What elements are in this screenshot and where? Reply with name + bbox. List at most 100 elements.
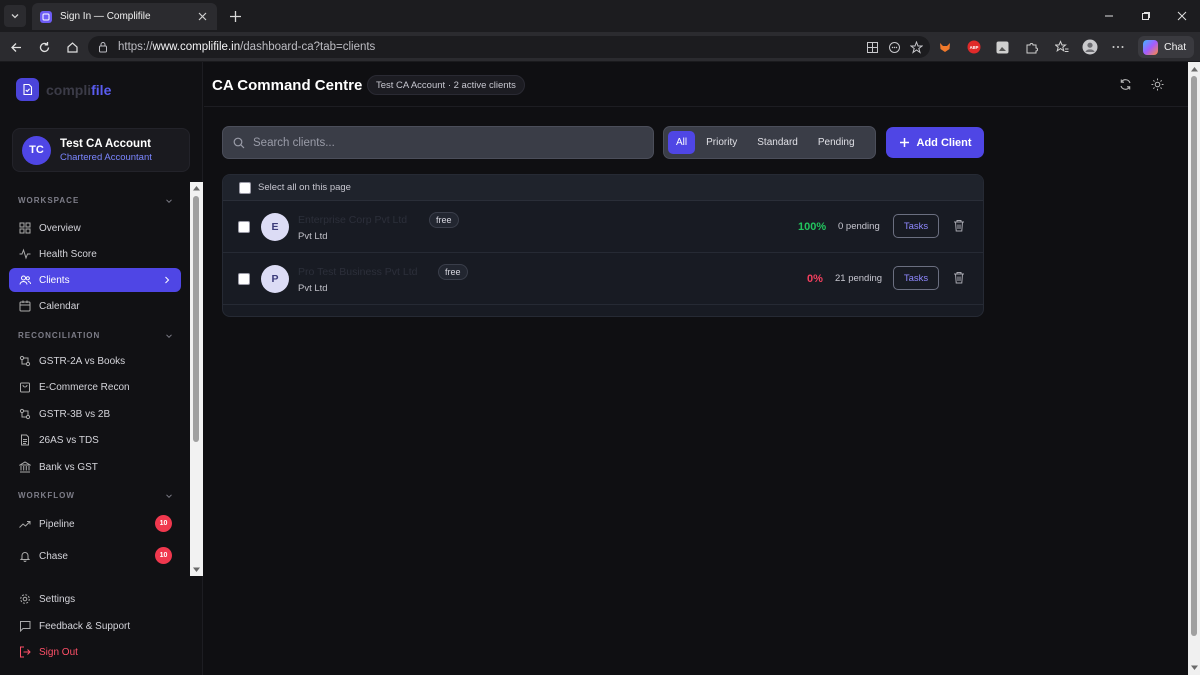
scroll-down-icon[interactable] bbox=[1190, 664, 1199, 672]
search-box[interactable] bbox=[222, 126, 654, 159]
browser-tab[interactable]: Sign In — Complifile bbox=[32, 3, 217, 30]
tab-title: Sign In — Complifile bbox=[60, 11, 151, 22]
fox-extension-icon[interactable] bbox=[937, 39, 953, 55]
sidebar-item-pipeline[interactable]: Pipeline 10 bbox=[9, 512, 181, 536]
emoji-icon[interactable] bbox=[886, 39, 902, 55]
new-tab-button[interactable] bbox=[226, 7, 244, 25]
scroll-down-icon[interactable] bbox=[192, 566, 201, 574]
sidebar-scrollbar[interactable] bbox=[190, 182, 203, 576]
section-workflow[interactable]: WORKFLOW bbox=[18, 491, 173, 500]
app-logo[interactable]: complifile bbox=[16, 78, 111, 101]
chevron-down-icon bbox=[166, 493, 172, 498]
sidebar-item-overview[interactable]: Overview bbox=[9, 216, 181, 240]
filter-priority[interactable]: Priority bbox=[697, 131, 746, 154]
browser-address-bar: https://www.complifile.in/dashboard-ca?t… bbox=[0, 32, 1200, 62]
minimize-window-button[interactable] bbox=[1099, 6, 1119, 26]
filter-all[interactable]: All bbox=[668, 131, 696, 154]
select-all-checkbox[interactable] bbox=[239, 181, 251, 194]
plus-icon bbox=[899, 138, 909, 147]
browser-tabbar: Sign In — Complifile bbox=[0, 0, 1200, 32]
compare-icon bbox=[19, 408, 31, 420]
sidebar-item-26as-vs-tds[interactable]: 26AS vs TDS bbox=[9, 428, 181, 452]
pending-count: 21 pending bbox=[835, 273, 883, 284]
extensions-puzzle-icon[interactable] bbox=[1023, 39, 1039, 55]
client-avatar: P bbox=[261, 265, 289, 293]
page-scroll-thumb[interactable] bbox=[1191, 76, 1197, 636]
bank-icon bbox=[19, 461, 31, 473]
sign-out-button[interactable]: Sign Out bbox=[9, 641, 181, 663]
reload-button[interactable] bbox=[35, 38, 53, 56]
sidebar-item-chase[interactable]: Chase 10 bbox=[9, 544, 181, 568]
section-workspace[interactable]: WORKSPACE bbox=[18, 196, 173, 205]
sidebar-item-gstr2a-vs-books[interactable]: GSTR-2A vs Books bbox=[9, 349, 181, 373]
theme-toggle-button[interactable] bbox=[1149, 76, 1165, 92]
add-client-button[interactable]: Add Client bbox=[886, 127, 984, 158]
favorites-icon[interactable] bbox=[1054, 39, 1070, 55]
scroll-up-icon[interactable] bbox=[192, 184, 201, 192]
copilot-icon bbox=[1143, 39, 1158, 55]
abp-label: ABP bbox=[970, 45, 979, 50]
tasks-button[interactable]: Tasks bbox=[893, 266, 939, 290]
trash-icon[interactable] bbox=[953, 219, 965, 232]
pulse-icon bbox=[19, 248, 31, 260]
scroll-up-icon[interactable] bbox=[1190, 65, 1199, 73]
tab-list-button[interactable] bbox=[4, 5, 26, 27]
close-window-button[interactable] bbox=[1172, 6, 1192, 26]
client-name[interactable]: Pro Test Business Pvt Ltd bbox=[298, 266, 417, 278]
sidebar-item-clients[interactable]: Clients bbox=[9, 268, 181, 292]
bell-icon bbox=[19, 550, 31, 562]
account-card[interactable]: TC Test CA Account Chartered Accountant bbox=[12, 128, 190, 172]
logo-text-part2: file bbox=[91, 81, 112, 98]
copilot-chat-button[interactable]: Chat bbox=[1138, 36, 1194, 58]
row-checkbox[interactable] bbox=[238, 273, 250, 285]
back-button[interactable] bbox=[7, 38, 25, 56]
url-text: https://www.complifile.in/dashboard-ca?t… bbox=[118, 41, 376, 53]
sidebar-item-feedback[interactable]: Feedback & Support bbox=[9, 615, 181, 637]
table-row[interactable]: P Pro Test Business Pvt Ltd free Pvt Ltd… bbox=[223, 253, 983, 305]
trend-icon bbox=[19, 518, 31, 530]
url-field[interactable]: https://www.complifile.in/dashboard-ca?t… bbox=[88, 36, 930, 58]
compare-icon bbox=[19, 355, 31, 367]
select-all-label: Select all on this page bbox=[258, 182, 351, 193]
restore-window-button[interactable] bbox=[1136, 6, 1156, 26]
sidebar-item-health-score[interactable]: Health Score bbox=[9, 242, 181, 266]
sidebar-item-bank-vs-gst[interactable]: Bank vs GST bbox=[9, 455, 181, 479]
sidebar-item-settings[interactable]: Settings bbox=[9, 588, 181, 610]
image-extension-icon[interactable] bbox=[994, 39, 1010, 55]
search-input[interactable] bbox=[253, 136, 633, 149]
tasks-button[interactable]: Tasks bbox=[893, 214, 939, 238]
trash-icon[interactable] bbox=[953, 271, 965, 284]
refresh-icon bbox=[1119, 78, 1131, 90]
restore-icon bbox=[1142, 12, 1150, 20]
adblock-extension-icon[interactable]: ABP bbox=[966, 39, 982, 55]
favorite-star-icon[interactable] bbox=[908, 39, 924, 55]
avatar: TC bbox=[22, 135, 51, 165]
page-scrollbar[interactable] bbox=[1188, 62, 1200, 675]
section-reconciliation[interactable]: RECONCILIATION bbox=[18, 331, 173, 340]
refresh-button[interactable] bbox=[1117, 76, 1133, 92]
sidebar-item-ecommerce-recon[interactable]: E-Commerce Recon bbox=[9, 375, 181, 399]
home-button[interactable] bbox=[63, 38, 81, 56]
more-menu-icon[interactable] bbox=[1110, 39, 1126, 55]
split-screen-icon[interactable] bbox=[864, 39, 880, 55]
client-name[interactable]: Enterprise Corp Pvt Ltd bbox=[298, 214, 407, 226]
account-status-pill: Test CA Account · 2 active clients bbox=[367, 75, 525, 95]
sidebar-item-gstr3b-vs-2b[interactable]: GSTR-3B vs 2B bbox=[9, 402, 181, 426]
clients-table: Select all on this page E Enterprise Cor… bbox=[222, 174, 984, 317]
sidebar-item-calendar[interactable]: Calendar bbox=[9, 294, 181, 318]
filter-pending[interactable]: Pending bbox=[809, 131, 864, 154]
gear-icon bbox=[19, 593, 31, 605]
table-header: Select all on this page bbox=[223, 175, 983, 201]
search-icon bbox=[233, 137, 245, 148]
row-checkbox[interactable] bbox=[238, 221, 250, 233]
reload-icon bbox=[39, 41, 49, 52]
calendar-icon bbox=[19, 300, 31, 312]
close-tab-icon[interactable] bbox=[195, 10, 209, 24]
table-row[interactable]: E Enterprise Corp Pvt Ltd free Pvt Ltd 1… bbox=[223, 201, 983, 253]
filter-segmented-control: All Priority Standard Pending bbox=[663, 126, 876, 159]
plan-badge: free bbox=[429, 212, 459, 228]
logo-document-icon bbox=[16, 78, 39, 101]
filter-standard[interactable]: Standard bbox=[748, 131, 807, 154]
profile-avatar-icon[interactable] bbox=[1082, 39, 1098, 55]
sidebar-scroll-thumb[interactable] bbox=[193, 196, 199, 442]
